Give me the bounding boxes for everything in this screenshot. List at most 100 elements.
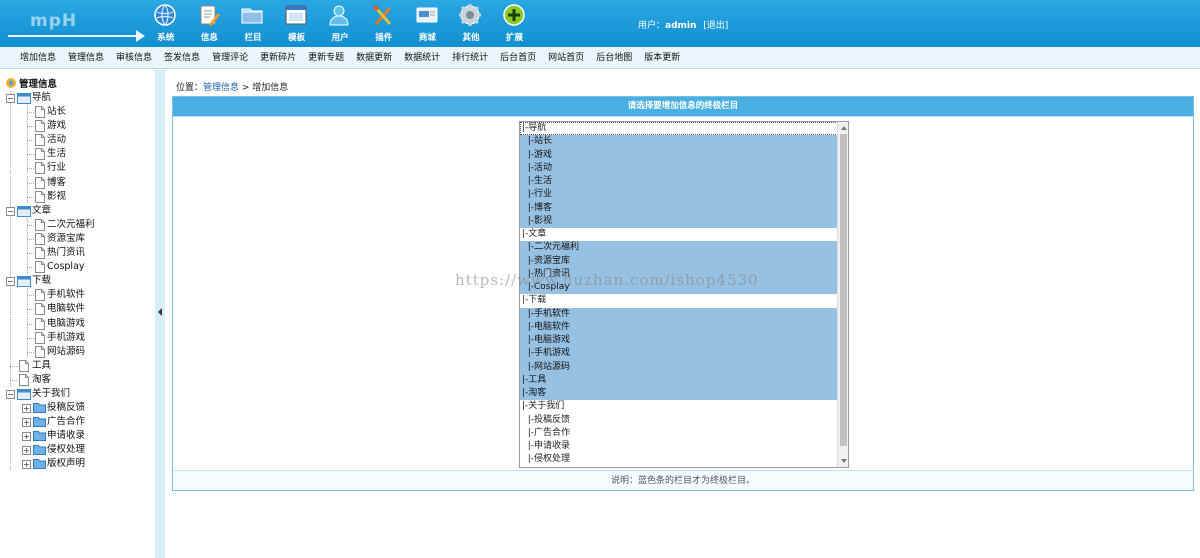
folder-blue-icon xyxy=(33,458,46,474)
logout-link[interactable]: [退出] xyxy=(703,21,728,31)
column-option[interactable]: |-生活 xyxy=(520,175,848,189)
expand-icon[interactable]: + xyxy=(22,460,31,470)
tree-leaf[interactable]: 电脑软件 xyxy=(0,302,155,317)
document-pencil-icon xyxy=(197,3,221,27)
column-option[interactable]: |-影视 xyxy=(520,214,848,228)
tree-subfolder[interactable]: + 投稿反馈 xyxy=(0,401,155,416)
column-option[interactable]: |-工具 xyxy=(520,373,848,387)
menu-item[interactable]: 签发信息 xyxy=(158,47,206,68)
menu-item[interactable]: 数据统计 xyxy=(398,47,446,68)
expand-icon[interactable]: + xyxy=(22,418,31,428)
column-option[interactable]: |-站长 xyxy=(520,135,848,149)
column-option[interactable]: |-热门资讯 xyxy=(520,267,848,281)
menu-item[interactable]: 后台首页 xyxy=(494,47,542,68)
nav-item-2[interactable]: 栏目 xyxy=(231,0,275,47)
tree-connector xyxy=(27,309,34,311)
column-option[interactable]: |-活动 xyxy=(520,161,848,175)
collapse-icon[interactable]: − xyxy=(6,389,15,399)
menu-item[interactable]: 增加信息 xyxy=(14,47,62,68)
tree-leaf[interactable]: 生活 xyxy=(0,147,155,162)
menu-item[interactable]: 版本更新 xyxy=(638,47,686,68)
nav-item-6[interactable]: 商城 xyxy=(406,0,450,47)
collapse-icon[interactable]: − xyxy=(6,277,15,287)
column-option[interactable]: |-博客 xyxy=(520,201,848,215)
column-option[interactable]: |-广告合作 xyxy=(520,427,848,440)
tree-leaf[interactable]: 影视 xyxy=(0,189,155,204)
column-option[interactable]: |-申请收录 xyxy=(520,440,848,453)
column-option[interactable]: |-文章 xyxy=(520,228,848,241)
tree-subfolder[interactable]: + 侵权处理 xyxy=(0,443,155,458)
menu-item[interactable]: 排行统计 xyxy=(446,47,494,68)
column-option[interactable]: |-行业 xyxy=(520,188,848,202)
menu-item[interactable]: 审核信息 xyxy=(110,47,158,68)
nav-item-7[interactable]: 其他 xyxy=(449,0,493,47)
tree-leaf[interactable]: 淘客 xyxy=(0,372,155,387)
tree-folder[interactable]: − 文章 xyxy=(0,203,155,218)
scroll-up-icon[interactable] xyxy=(841,126,847,130)
tree-connector xyxy=(27,112,34,114)
menu-item[interactable]: 后台地图 xyxy=(590,47,638,68)
tree-leaf[interactable]: 手机软件 xyxy=(0,288,155,303)
tree-root[interactable]: 管理信息 xyxy=(5,76,57,90)
tree-leaf[interactable]: 博客 xyxy=(0,175,155,190)
column-option[interactable]: |-二次元福利 xyxy=(520,241,848,255)
column-listbox[interactable]: |-导航 |-站长 |-游戏 |-活动 |-生活 |-行业 |-博客 |-影视 |… xyxy=(519,121,849,468)
tree-leaf[interactable]: 二次元福利 xyxy=(0,217,155,232)
column-option[interactable]: |-Cosplay xyxy=(520,281,848,295)
column-option[interactable]: |-电脑软件 xyxy=(520,320,848,334)
menu-item[interactable]: 数据更新 xyxy=(350,47,398,68)
tree-guide-line xyxy=(10,260,11,275)
nav-item-3[interactable]: 模板 xyxy=(275,0,319,47)
menu-item[interactable]: 管理信息 xyxy=(62,47,110,68)
nav-item-0[interactable]: 系统 xyxy=(144,0,188,47)
menu-item[interactable]: 更新专题 xyxy=(302,47,350,68)
column-option[interactable]: |-侵权处理 xyxy=(520,453,848,466)
tree-leaf[interactable]: 手机游戏 xyxy=(0,330,155,345)
scroll-down-icon[interactable] xyxy=(841,459,847,463)
menu-item[interactable]: 管理评论 xyxy=(206,47,254,68)
tree-leaf[interactable]: 电脑游戏 xyxy=(0,316,155,331)
column-option[interactable]: |-手机软件 xyxy=(520,307,848,321)
column-option[interactable]: |-下载 xyxy=(520,294,848,307)
column-option[interactable]: |-电脑游戏 xyxy=(520,334,848,348)
expand-icon[interactable]: + xyxy=(22,432,31,442)
nav-item-5[interactable]: 插件 xyxy=(362,0,406,47)
expand-icon[interactable]: + xyxy=(22,404,31,414)
column-option[interactable]: |-导航 xyxy=(520,122,848,136)
nav-item-8[interactable]: 扩展 xyxy=(493,0,537,47)
nav-item-4[interactable]: 用户 xyxy=(318,0,362,47)
tree-leaf[interactable]: 站长 xyxy=(0,105,155,120)
tree-subfolder[interactable]: + 版权声明 xyxy=(0,457,155,474)
column-option[interactable]: |-游戏 xyxy=(520,148,848,162)
sidebar-toggle[interactable] xyxy=(155,70,165,558)
tree-leaf[interactable]: 活动 xyxy=(0,133,155,148)
tree-leaf[interactable]: 资源宝库 xyxy=(0,231,155,246)
tree-folder[interactable]: − 下载 xyxy=(0,274,155,289)
scroll-thumb[interactable] xyxy=(840,134,847,446)
breadcrumb-link-manage[interactable]: 管理信息 xyxy=(203,83,239,93)
tree-leaf[interactable]: 游戏 xyxy=(0,119,155,134)
expand-icon[interactable]: + xyxy=(22,446,31,456)
tree-folder[interactable]: − 关于我们 xyxy=(0,387,155,401)
tree-folder[interactable]: − 导航 xyxy=(0,91,155,105)
listbox-scrollbar[interactable] xyxy=(837,122,848,467)
tree-leaf[interactable]: Cosplay xyxy=(0,260,155,275)
nav-item-1[interactable]: 信息 xyxy=(188,0,232,47)
nav-label: 扩展 xyxy=(506,33,524,43)
column-option[interactable]: |-关于我们 xyxy=(520,400,848,413)
column-option[interactable]: |-网站源码 xyxy=(520,360,848,374)
column-option[interactable]: |-淘客 xyxy=(520,387,848,401)
tree-leaf[interactable]: 行业 xyxy=(0,161,155,176)
menu-item[interactable]: 网站首页 xyxy=(542,47,590,68)
menu-item[interactable]: 更新碎片 xyxy=(254,47,302,68)
tree-subfolder[interactable]: + 广告合作 xyxy=(0,415,155,430)
collapse-icon[interactable]: − xyxy=(6,94,15,103)
tree-leaf[interactable]: 热门资讯 xyxy=(0,246,155,261)
tree-subfolder[interactable]: + 申请收录 xyxy=(0,429,155,444)
tree-leaf[interactable]: 工具 xyxy=(0,358,155,373)
column-option[interactable]: |-资源宝库 xyxy=(520,254,848,268)
collapse-icon[interactable]: − xyxy=(6,206,15,216)
tree-leaf[interactable]: 网站源码 xyxy=(0,344,155,359)
column-option[interactable]: |-投稿反馈 xyxy=(520,414,848,427)
column-option[interactable]: |-手机游戏 xyxy=(520,347,848,361)
